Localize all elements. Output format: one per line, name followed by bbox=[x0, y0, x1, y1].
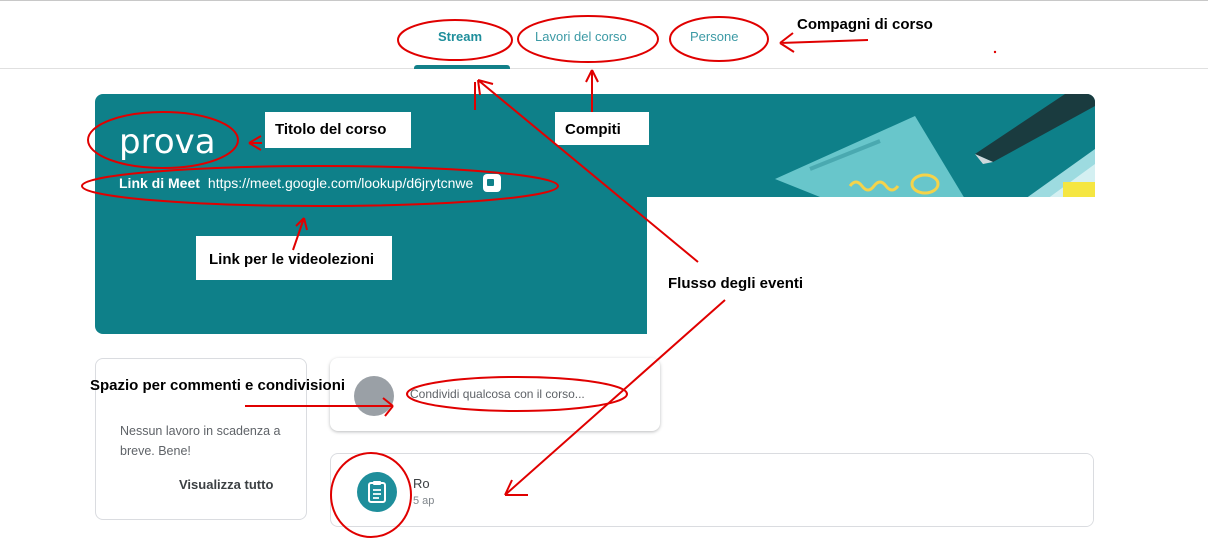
annotation-comment-space: Spazio per commenti e condivisioni bbox=[90, 377, 346, 394]
annotation-course-title: Titolo del corso bbox=[275, 121, 387, 138]
annotation-box-video-link: Link per le videolezioni bbox=[196, 236, 392, 280]
tab-stream[interactable]: Stream bbox=[438, 29, 482, 44]
active-tab-indicator bbox=[414, 65, 510, 69]
assignment-icon bbox=[357, 472, 397, 512]
meet-link-row: Link di Meet https://meet.google.com/loo… bbox=[119, 174, 502, 192]
share-input[interactable]: Condividi qualcosa con il corso... bbox=[410, 387, 585, 401]
banner-illustration bbox=[775, 94, 1095, 199]
cropped-area bbox=[437, 454, 1093, 526]
share-box[interactable]: Condividi qualcosa con il corso... bbox=[330, 358, 660, 431]
tab-people[interactable]: Persone bbox=[690, 29, 738, 44]
annotation-box-title: Titolo del corso bbox=[265, 112, 411, 148]
annotation-event-stream: Flusso degli eventi bbox=[668, 275, 804, 292]
class-nav-bar: Stream Lavori del corso Persone bbox=[0, 5, 1208, 69]
meet-link-url[interactable]: https://meet.google.com/lookup/d6jrytcnw… bbox=[208, 175, 473, 191]
annotation-assignments: Compiti bbox=[565, 121, 621, 138]
video-camera-icon[interactable] bbox=[483, 174, 502, 192]
annotation-classmates: Compagni di corso bbox=[797, 16, 933, 33]
see-all-button[interactable]: Visualizza tutto bbox=[179, 477, 273, 492]
meet-link-label: Link di Meet bbox=[119, 175, 200, 191]
annotation-box-assignments: Compiti bbox=[555, 112, 649, 145]
avatar bbox=[354, 376, 394, 416]
tab-classwork[interactable]: Lavori del corso bbox=[535, 29, 627, 44]
upcoming-empty-text: Nessun lavoro in scadenza a breve. Bene! bbox=[120, 424, 281, 458]
post-date: 5 ap bbox=[413, 495, 435, 507]
annotation-video-link: Link per le videolezioni bbox=[209, 251, 375, 268]
stream-post[interactable]: Ro 5 ap bbox=[330, 453, 1094, 527]
post-title: Ro bbox=[413, 476, 430, 491]
course-title: prova bbox=[119, 122, 216, 162]
